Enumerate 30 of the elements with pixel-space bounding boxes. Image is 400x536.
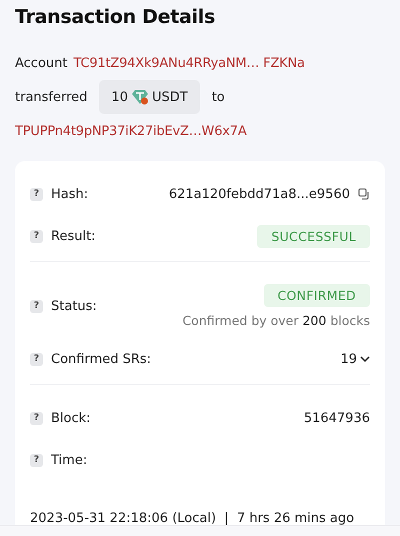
copy-icon[interactable] [358,188,370,200]
field-label: Confirmed SRs: [51,352,152,366]
help-icon[interactable]: ? [30,352,43,366]
amount-value: 10 [111,90,128,104]
token-symbol: USDT [152,90,188,104]
to-address-link[interactable]: TPUPPn4t9pNP37iK27ibEvZ…W6x7A [15,124,247,138]
help-icon[interactable]: ? [30,230,43,242]
from-address-link[interactable]: TC91tZ94Xk9ANu4RRyaNM… FZKNa [74,56,305,70]
srs-dropdown[interactable]: 19 [340,352,370,366]
chevron-down-icon [360,356,370,362]
field-label: Result: [51,228,96,244]
help-icon[interactable]: ? [30,188,43,200]
field-label: Status: [51,298,97,314]
help-icon[interactable]: ? [30,412,43,424]
time-value: 2023-05-31 22:18:06 (Local) | 7 hrs 26 mins ago [30,511,356,526]
to-label: to [212,90,225,104]
result-badge: SUCCESSFUL [257,224,370,248]
help-icon[interactable]: ? [30,300,43,312]
field-label: Hash: [51,186,88,202]
transferred-label: transferred [15,90,88,104]
field-label: Time: [51,452,88,468]
page-title: Transaction Details [15,5,216,28]
status-badge: CONFIRMED [264,284,370,307]
account-label: Account [15,56,68,70]
help-icon[interactable]: ? [30,454,43,466]
hash-value: 621a120febdd71a8...e9560 [168,186,350,202]
confirmation-note: Confirmed by over 200 blocks [182,313,370,328]
field-label: Block: [51,410,91,426]
token-icon [130,89,149,105]
block-value: 51647936 [304,410,370,426]
